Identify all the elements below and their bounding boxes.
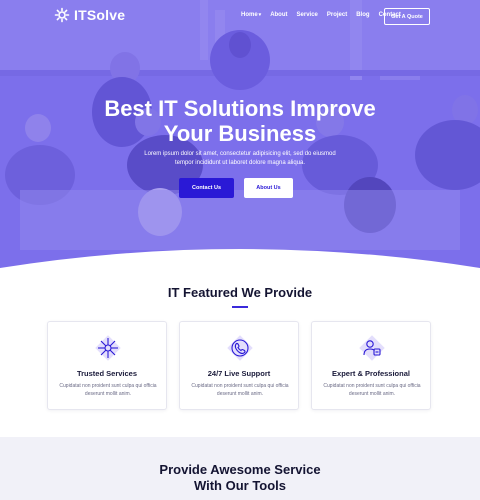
title-underline: [232, 306, 248, 308]
contact-us-button[interactable]: Contact Us: [179, 178, 234, 198]
get-a-quote-button[interactable]: Get A Quote: [384, 8, 430, 25]
card-text-line: deserunt mollit anim.: [84, 391, 132, 397]
card-text-line: deserunt mollit anim.: [216, 391, 264, 397]
about-us-button[interactable]: About Us: [244, 178, 293, 198]
feature-card-expert-professional[interactable]: Expert & Professional Cupidatat non proi…: [311, 321, 431, 410]
feature-card-trusted-services[interactable]: Trusted Services Cupidatat non proident …: [47, 321, 167, 410]
card-title: 24/7 Live Support: [207, 369, 271, 378]
nav-item-blog[interactable]: Blog: [356, 12, 369, 18]
chevron-down-icon: ▾: [258, 12, 262, 18]
featured-section-title: IT Featured We Provide: [167, 285, 313, 300]
logo-cog-icon: [54, 7, 70, 23]
card-text-line: Cupidatat non proident sunt culpa qui of…: [323, 383, 421, 389]
nav-item-label: Home: [241, 12, 258, 18]
services-title-line: Provide Awesome Service: [159, 462, 321, 477]
hero-subtitle: Lorem ipsum dolor sit amet, consectetur …: [130, 150, 350, 168]
feature-card-live-support[interactable]: 24/7 Live Support Cupidatat non proident…: [179, 321, 299, 410]
nav-item-service[interactable]: Service: [297, 12, 318, 18]
logo-text: ITSolve: [74, 7, 126, 23]
nav-menu: Home ▾ About Service Project Blog Contac…: [241, 12, 401, 18]
network-icon: [95, 335, 121, 361]
hero-title-line: Your Business: [163, 121, 317, 146]
hero-title: Best IT Solutions Improve Your Business: [60, 96, 420, 146]
top-navigation: ITSolve Home ▾ About Service Project Blo…: [0, 0, 480, 34]
hero-title-line: Best IT Solutions Improve: [104, 96, 376, 121]
card-text-line: deserunt mollit anim.: [348, 391, 396, 397]
nav-item-home[interactable]: Home ▾: [241, 12, 261, 18]
nav-item-about[interactable]: About: [270, 12, 287, 18]
card-text-line: Cupidatat non proident sunt culpa qui of…: [191, 383, 289, 389]
nav-item-project[interactable]: Project: [327, 12, 347, 18]
site-logo[interactable]: ITSolve: [54, 7, 125, 23]
services-title-line: With Our Tools: [193, 478, 287, 493]
card-title: Trusted Services: [76, 369, 138, 378]
services-section-title: Provide Awesome Service With Our Tools: [0, 462, 480, 494]
card-text-line: Cupidatat non proident sunt culpa qui of…: [59, 383, 157, 389]
hero-subtitle-line: Lorem ipsum dolor sit amet, consectetur …: [144, 151, 336, 157]
hero-subtitle-line: tempor incididunt ut laboret dolore magn…: [174, 160, 306, 166]
card-text: Cupidatat non proident sunt culpa qui of…: [188, 382, 292, 398]
expert-user-icon: [359, 335, 385, 361]
card-text: Cupidatat non proident sunt culpa qui of…: [320, 382, 424, 398]
card-text: Cupidatat non proident sunt culpa qui of…: [56, 382, 160, 398]
card-title: Expert & Professional: [332, 369, 410, 378]
support-phone-icon: [227, 335, 253, 361]
hero-section: ITSolve Home ▾ About Service Project Blo…: [0, 0, 480, 275]
hero-wave-divider: [0, 249, 480, 275]
